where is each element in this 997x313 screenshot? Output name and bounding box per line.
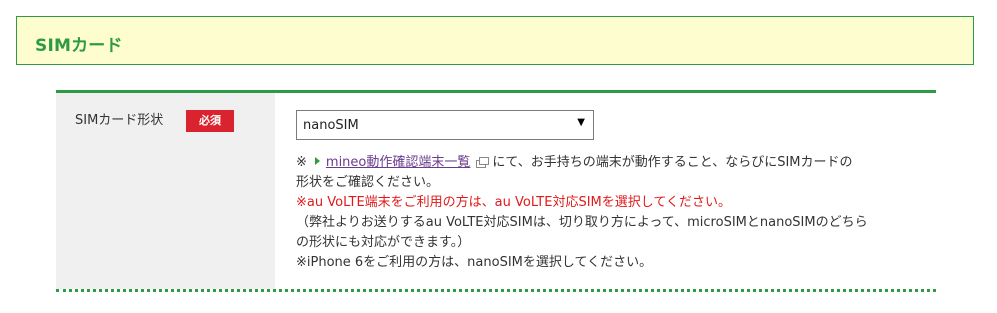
- required-badge: 必須: [186, 110, 234, 132]
- device-list-link[interactable]: mineo動作確認端末一覧: [326, 155, 470, 170]
- value-cell: nanoSIM ▼ ※ mineo動作確認端末一覧 にて、お手持ちの端末が動作するこ…: [275, 93, 936, 289]
- chevron-down-icon: ▼: [577, 117, 585, 128]
- field-label: SIMカード形状: [75, 113, 164, 128]
- compatibility-text: にて、お手持ちの端末が動作すること、ならびにSIMカードの: [492, 155, 853, 170]
- compatibility-note-line2: 形状をご確認ください。: [296, 175, 440, 190]
- volte-notice: ※au VoLTE端末をご利用の方は、au VoLTE対応SIMを選択してくださ…: [296, 195, 731, 210]
- volte-detail-line1: （弊社よりお送りするau VoLTE対応SIMは、切り取り方によって、micro…: [296, 215, 868, 230]
- compatibility-note: ※ mineo動作確認端末一覧 にて、お手持ちの端末が動作すること、ならびにSIMカ…: [296, 153, 926, 173]
- external-window-icon: [476, 157, 490, 168]
- note-prefix: ※: [296, 155, 307, 170]
- form-table: SIMカード形状 必須 nanoSIM ▼ ※ mineo動作確認端末一覧 にて、お…: [56, 90, 936, 292]
- label-cell: SIMカード形状 必須: [56, 93, 275, 289]
- sim-type-select[interactable]: nanoSIM ▼: [296, 110, 594, 140]
- iphone-note: ※iPhone 6をご利用の方は、nanoSIMを選択してください。: [296, 255, 653, 270]
- select-value: nanoSIM: [303, 118, 359, 133]
- notes: ※ mineo動作確認端末一覧 にて、お手持ちの端末が動作すること、ならびにSIMカ…: [296, 153, 926, 273]
- section-header: SIMカード: [16, 16, 974, 65]
- triangle-right-icon: [314, 157, 320, 165]
- bottom-divider: [56, 289, 936, 292]
- volte-detail-line2: の形状にも対応ができます。）: [296, 235, 471, 250]
- section-title: SIMカード: [35, 36, 123, 56]
